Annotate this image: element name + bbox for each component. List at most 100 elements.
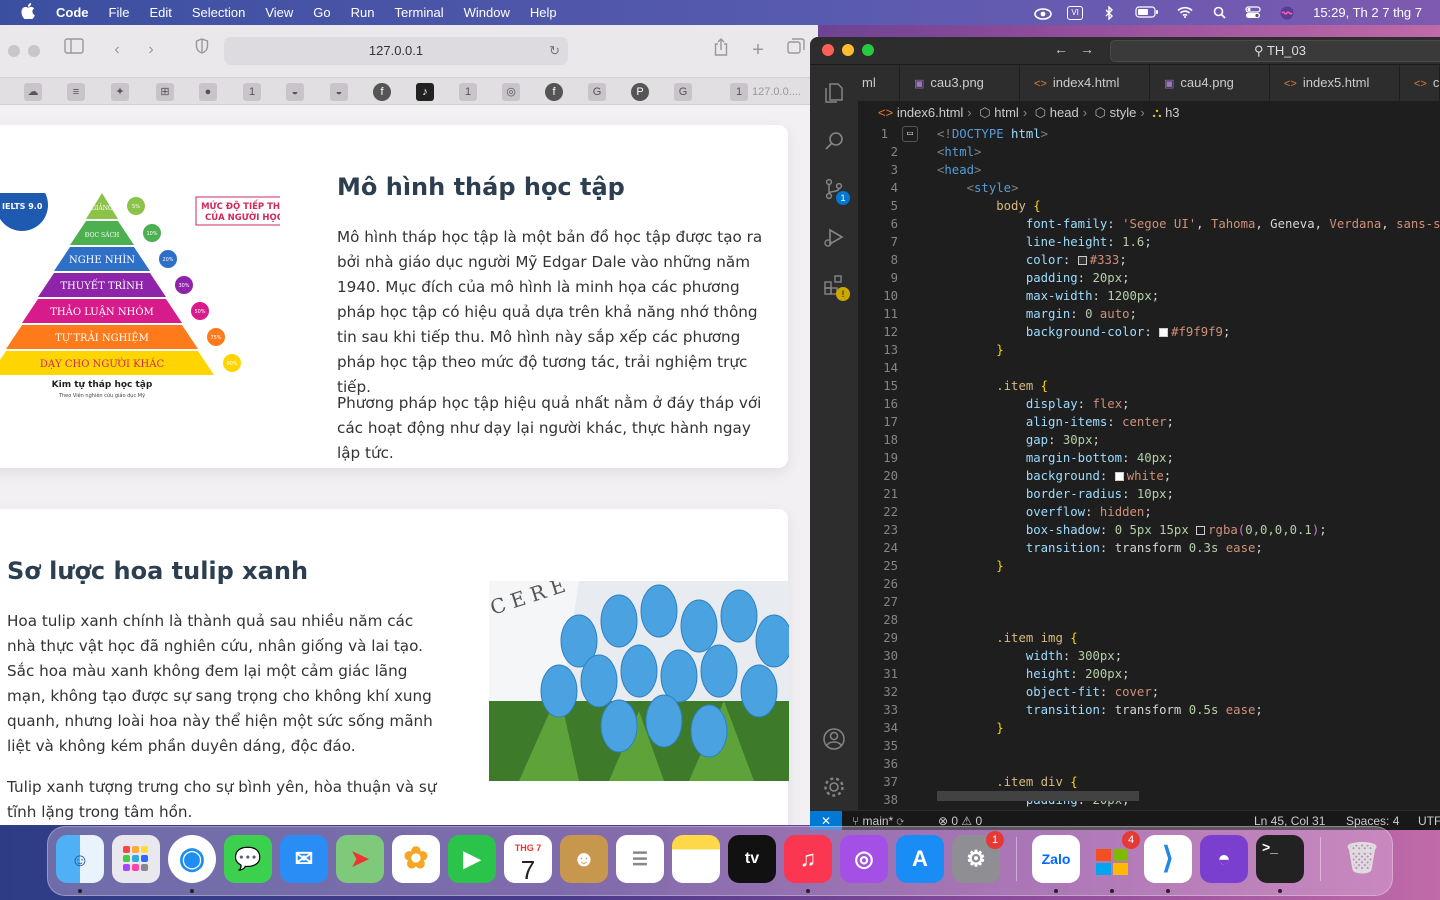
nav-forward-icon[interactable]: → [1080, 41, 1094, 57]
facebook2-bookmark-icon[interactable]: f [545, 83, 563, 101]
horizontal-scrollbar[interactable] [937, 791, 1139, 801]
forward-icon[interactable]: › [139, 38, 163, 62]
pinterest-bookmark-icon[interactable]: P [631, 83, 649, 101]
cloud-bookmark-icon[interactable]: ☁ [24, 83, 42, 101]
whale-bookmark-icon[interactable]: ◒ [286, 83, 304, 101]
menubar-clock[interactable]: 15:29, Th 2 7 thg 7 [1313, 5, 1422, 20]
sidebar-toggle-icon[interactable] [62, 38, 86, 62]
code-editor[interactable]: ▭ 1 <!DOCTYPE html> 2 <html> 3 <head> 4 <style… [858, 125, 1440, 813]
mail-icon[interactable]: ✉ [280, 835, 328, 883]
whale2-bookmark-icon[interactable]: ◒ [330, 83, 348, 101]
bookmark-1[interactable]: 1 [243, 83, 261, 101]
nav-back-icon[interactable]: ← [1054, 41, 1068, 57]
spotlight-icon[interactable] [1211, 6, 1227, 20]
messages-icon[interactable]: 💬 [224, 835, 272, 883]
bookmark-last[interactable]: 1 127.0.0.... [730, 83, 801, 101]
close-button[interactable] [8, 45, 20, 57]
settings-icon[interactable]: ⚙ 1 [952, 831, 1004, 883]
tab-index5-html[interactable]: <> index5.html [1270, 65, 1400, 101]
launchpad-icon[interactable] [112, 835, 160, 883]
code-token: : [1144, 325, 1160, 339]
explorer-icon[interactable] [822, 81, 846, 105]
calendar-icon[interactable]: THG 7 7 [504, 835, 552, 885]
menu-terminal[interactable]: Terminal [395, 5, 444, 20]
maps-icon[interactable]: ➤ [336, 835, 384, 883]
appstore-icon[interactable]: A [896, 835, 944, 883]
facetime-icon[interactable]: ▶ [448, 835, 496, 883]
vscode-zoom-button[interactable] [862, 44, 874, 56]
share-icon[interactable] [709, 38, 733, 62]
breadcrumb-style[interactable]: style [1110, 105, 1137, 120]
msstore-icon[interactable]: 4 [1088, 831, 1140, 883]
zalo-icon[interactable]: Zalo [1032, 835, 1080, 883]
privacy-shield-icon[interactable] [190, 38, 214, 62]
contacts-icon[interactable]: ☻ [560, 835, 608, 883]
battery-icon[interactable] [1135, 5, 1159, 20]
run-debug-icon[interactable] [822, 225, 846, 249]
tab-cau3-png[interactable]: ▣ cau3.png [900, 65, 1020, 101]
podcasts-icon[interactable]: ◎ [840, 835, 888, 883]
music-icon[interactable]: ♫ [784, 835, 832, 883]
menu-selection[interactable]: Selection [192, 5, 245, 20]
menu-view[interactable]: View [265, 5, 293, 20]
vscode-close-button[interactable] [822, 44, 834, 56]
trash-icon[interactable]: 🗑 [1338, 835, 1386, 883]
breadcrumb-file[interactable]: index6.html [897, 105, 963, 120]
cloud-sync-icon[interactable] [1033, 6, 1052, 20]
search-view-icon[interactable] [822, 129, 846, 153]
comment-icon[interactable]: ▭ [902, 126, 918, 142]
google-bookmark-icon[interactable]: G [588, 83, 606, 101]
tab-partial[interactable]: ml [858, 65, 900, 101]
appletv-icon[interactable]: tv [728, 835, 776, 883]
menu-code[interactable]: Code [56, 5, 89, 20]
tab-overview-icon[interactable] [784, 38, 808, 62]
minimize-button[interactable] [28, 45, 40, 57]
address-bar[interactable]: 127.0.0.1 ↻ [224, 37, 568, 65]
menu-window[interactable]: Window [464, 5, 510, 20]
finder-icon[interactable]: ☺ [56, 835, 104, 883]
menu-file[interactable]: File [109, 5, 130, 20]
reload-icon[interactable]: ↻ [549, 37, 560, 65]
photos-icon[interactable]: ✿ [392, 835, 440, 883]
encoding[interactable]: UTF [1418, 811, 1440, 830]
new-tab-icon[interactable]: + [746, 38, 770, 62]
tab-index4-html[interactable]: <> index4.html [1020, 65, 1150, 101]
breadcrumb-head[interactable]: head [1050, 105, 1079, 120]
grid-bookmark-icon[interactable]: ⊞ [156, 83, 174, 101]
extensions-icon[interactable]: ! [822, 273, 850, 301]
breadcrumb-h3[interactable]: h3 [1165, 105, 1179, 120]
account-icon[interactable] [822, 727, 846, 751]
terminal-icon[interactable]: >_ [1256, 835, 1304, 883]
tiktok-bookmark-icon[interactable]: ♪ [416, 83, 434, 101]
facebook-bookmark-icon[interactable]: f [373, 83, 391, 101]
menu-go[interactable]: Go [313, 5, 330, 20]
vscode-icon[interactable]: ⟩ [1144, 835, 1192, 883]
reminders-icon[interactable]: ☰ [616, 835, 664, 883]
google2-bookmark-icon[interactable]: G [674, 83, 692, 101]
manage-gear-icon[interactable] [822, 775, 846, 799]
menu-edit[interactable]: Edit [149, 5, 171, 20]
bookmark-1b[interactable]: 1 [459, 83, 477, 101]
vscode-minimize-button[interactable] [842, 44, 854, 56]
breadcrumb-html[interactable]: html [994, 105, 1019, 120]
back-icon[interactable]: ‹ [105, 38, 129, 62]
tab-partial-right[interactable]: <> c [1400, 65, 1440, 101]
command-center-search[interactable]: ⚲ TH_03 [1110, 40, 1440, 62]
github-icon[interactable]: ◓ [1200, 835, 1248, 883]
instagram-bookmark-icon[interactable]: ◎ [502, 83, 520, 101]
github-bookmark-icon[interactable]: ● [199, 83, 217, 101]
menu-run[interactable]: Run [351, 5, 375, 20]
sparkle-bookmark-icon[interactable]: ✦ [111, 83, 129, 101]
siri-icon[interactable] [1279, 6, 1295, 20]
source-control-icon[interactable]: 1 [822, 177, 850, 205]
safari-icon[interactable]: ◉ [168, 835, 216, 883]
wifi-icon[interactable] [1177, 6, 1193, 20]
control-center-icon[interactable] [1245, 5, 1261, 20]
bluetooth-icon[interactable] [1101, 4, 1117, 21]
notes-icon[interactable] [672, 835, 720, 883]
input-vi-icon[interactable]: VI [1067, 5, 1084, 20]
menu-help[interactable]: Help [530, 5, 557, 20]
apple-icon[interactable] [0, 2, 56, 23]
doc-bookmark-icon[interactable]: ≡ [67, 83, 85, 101]
tab-cau4-png[interactable]: ▣ cau4.png [1150, 65, 1270, 101]
